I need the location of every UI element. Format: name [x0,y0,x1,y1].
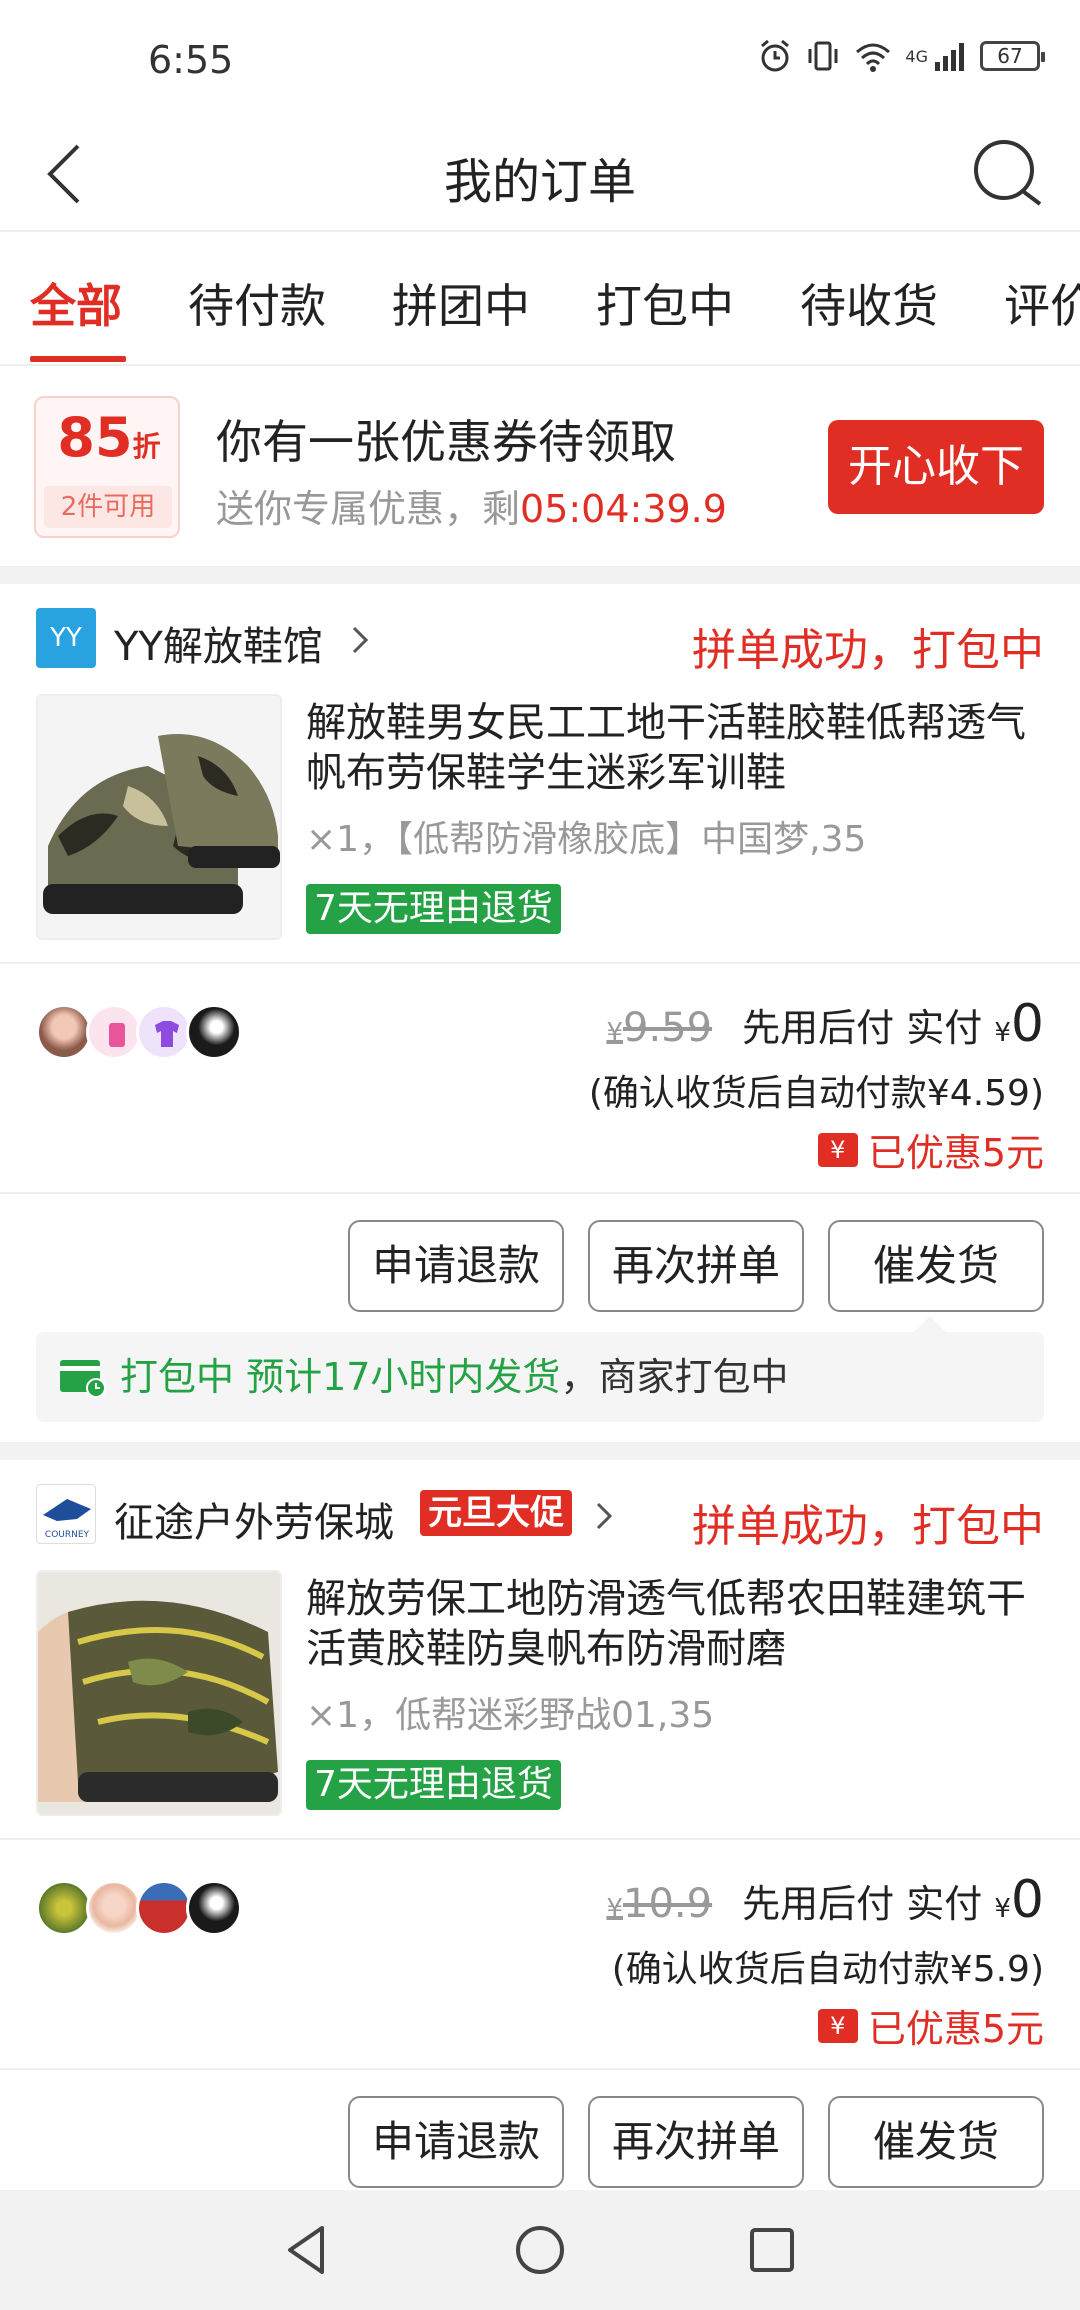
product-image[interactable] [36,1570,282,1816]
group-member-avatars [36,1004,242,1064]
coupon-title: 你有一张优惠券待领取 [216,415,676,469]
shipping-status: 打包中 预计17小时内发货 [120,1355,561,1399]
shop-row[interactable]: COURNEY 征途户外劳保城 元旦大促 拼单成功，打包中 [0,1460,1080,1570]
urge-shipping-button[interactable]: 催发货 [828,1220,1044,1312]
avatar [136,1004,192,1060]
coupon-timer: 05:04:39.9 [520,487,727,531]
regroup-button[interactable]: 再次拼单 [588,1220,804,1312]
tooltip-caret [914,1316,946,1332]
chevron-right-icon [596,1502,613,1530]
nav-back-icon[interactable] [278,2220,338,2280]
tab-all[interactable]: 全部 [30,270,122,336]
tab-pending-receipt[interactable]: 待收货 [800,270,938,336]
coupon-badge: 85折 2件可用 [34,396,180,538]
discount-text: 已优惠5元 [867,1131,1044,1175]
price-line: ¥9.59 先用后付 实付 ¥0 [606,994,1044,1054]
shop-row[interactable]: YY YY解放鞋馆 拼单成功，打包中 [0,584,1080,694]
alarm-icon [761,39,790,72]
header: 我的订单 [0,120,1080,232]
paid-amount: ¥0 [994,994,1044,1054]
product-title: 解放劳保工地防滑透气低帮农田鞋建筑干活黄胶鞋防臭帆布防滑耐磨 [306,1576,1026,1672]
product-row[interactable]: 解放鞋男女民工工地干活鞋胶鞋低帮透气帆布劳保鞋学生迷彩军训鞋 ×1，【低帮防滑橡… [0,694,1080,968]
urge-shipping-button[interactable]: 催发货 [828,2096,1044,2188]
status-icons: 4G 67 [757,38,1045,74]
payment-summary: ¥10.9 先用后付 实付 ¥0 (确认收货后自动付款¥5.9) ¥ 已优惠5元 [0,1840,1080,2068]
network-label: 4G [905,46,928,66]
original-price: ¥9.59 [606,1005,713,1051]
svg-text:COURNEY: COURNEY [45,1530,90,1540]
shop-name[interactable]: 征途户外劳保城 [114,1490,394,1548]
avatar [86,1880,142,1936]
order-actions: 申请退款 再次拼单 催发货 [0,1194,1080,1314]
product-spec: ×1，低帮迷彩野战01,35 [306,1695,715,1736]
search-icon[interactable] [966,132,1050,216]
tab-packing[interactable]: 打包中 [596,270,734,336]
battery-indicator: 67 [980,41,1045,71]
refund-button[interactable]: 申请退款 [348,1220,564,1312]
discount-text: 已优惠5元 [867,2007,1044,2051]
discount-icon: ¥ [817,2008,858,2043]
regroup-button[interactable]: 再次拼单 [588,2096,804,2188]
avatar [186,1880,242,1936]
avatar [36,1880,92,1936]
discount-line: ¥ 已优惠5元 [817,1122,1044,1177]
return-policy-badge: 7天无理由退货 [306,884,561,934]
nav-recent-icon[interactable] [742,2220,802,2280]
promo-tag: 元旦大促 [420,1490,572,1536]
order-card: COURNEY 征途户外劳保城 元旦大促 拼单成功，打包中 解放劳保工地防滑透气… [0,1460,1080,2190]
avatar [186,1004,242,1060]
payment-summary: ¥9.59 先用后付 实付 ¥0 (确认收货后自动付款¥4.59) ¥ 已优惠5… [0,964,1080,1192]
product-title: 解放鞋男女民工工地干活鞋胶鞋低帮透气帆布劳保鞋学生迷彩军训鞋 [306,700,1026,796]
wifi-icon [856,43,891,72]
discount-line: ¥ 已优惠5元 [817,1998,1044,2053]
auto-pay-note: (确认收货后自动付款¥4.59) [588,1073,1044,1114]
tab-review[interactable]: 评价 [1004,270,1080,336]
product-spec: ×1，【低帮防滑橡胶底】中国梦,35 [306,819,867,860]
order-actions: 申请退款 再次拼单 催发货 [0,2070,1080,2190]
order-status: 拼单成功，打包中 [692,625,1044,676]
paid-amount: ¥0 [994,1870,1044,1930]
coupon-discount: 85折 [57,406,161,469]
product-image[interactable] [36,694,282,940]
section-divider [0,566,1080,584]
status-time: 6:55 [148,38,234,82]
order-tabs: 全部 待付款 拼团中 打包中 待收货 评价 [0,232,1080,366]
page-title: 我的订单 [443,154,636,210]
shipping-detail: ，商家打包中 [560,1355,789,1399]
active-tab-indicator [30,356,126,362]
order-status: 拼单成功，打包中 [692,1501,1044,1552]
coupon-subtitle: 送你专属优惠，剩05:04:39.9 [216,487,727,531]
claim-coupon-button[interactable]: 开心收下 [828,420,1044,514]
pay-method: 先用后付 实付 [742,1006,983,1050]
system-nav-bar [0,2190,1080,2310]
signal-icon [935,43,964,71]
shipping-note[interactable]: 打包中 预计17小时内发货，商家打包中 [36,1332,1044,1422]
coupon-condition: 2件可用 [44,486,172,528]
avatar [36,1004,92,1060]
coupon-banner: 85折 2件可用 你有一张优惠券待领取 送你专属优惠，剩05:04:39.9 开… [0,366,1080,566]
discount-icon: ¥ [817,1132,858,1167]
order-card: YY YY解放鞋馆 拼单成功，打包中 解放鞋男女民工工地干活鞋胶鞋低帮透气帆布劳… [0,584,1080,1460]
section-divider [0,1442,1080,1460]
tab-group-buying[interactable]: 拼团中 [392,270,530,336]
pay-method: 先用后付 实付 [742,1882,983,1926]
original-price: ¥10.9 [606,1881,713,1927]
tab-pending-payment[interactable]: 待付款 [188,270,326,336]
avatar [86,1004,142,1060]
status-bar: 6:55 4G 67 [0,0,1080,120]
shop-logo: YY [36,608,96,668]
shipping-box-icon [60,1360,106,1398]
product-row[interactable]: 解放劳保工地防滑透气低帮农田鞋建筑干活黄胶鞋防臭帆布防滑耐磨 ×1，低帮迷彩野战… [0,1570,1080,1844]
shop-name[interactable]: YY解放鞋馆 [114,614,323,672]
avatar [136,1880,192,1936]
chevron-right-icon [352,626,369,654]
return-policy-badge: 7天无理由退货 [306,1760,561,1810]
nav-home-icon[interactable] [510,2220,570,2280]
price-line: ¥10.9 先用后付 实付 ¥0 [606,1870,1044,1930]
group-member-avatars [36,1880,242,1940]
shop-logo: COURNEY [36,1484,96,1544]
refund-button[interactable]: 申请退款 [348,2096,564,2188]
auto-pay-note: (确认收货后自动付款¥5.9) [611,1949,1044,1990]
vibrate-icon [808,41,838,71]
